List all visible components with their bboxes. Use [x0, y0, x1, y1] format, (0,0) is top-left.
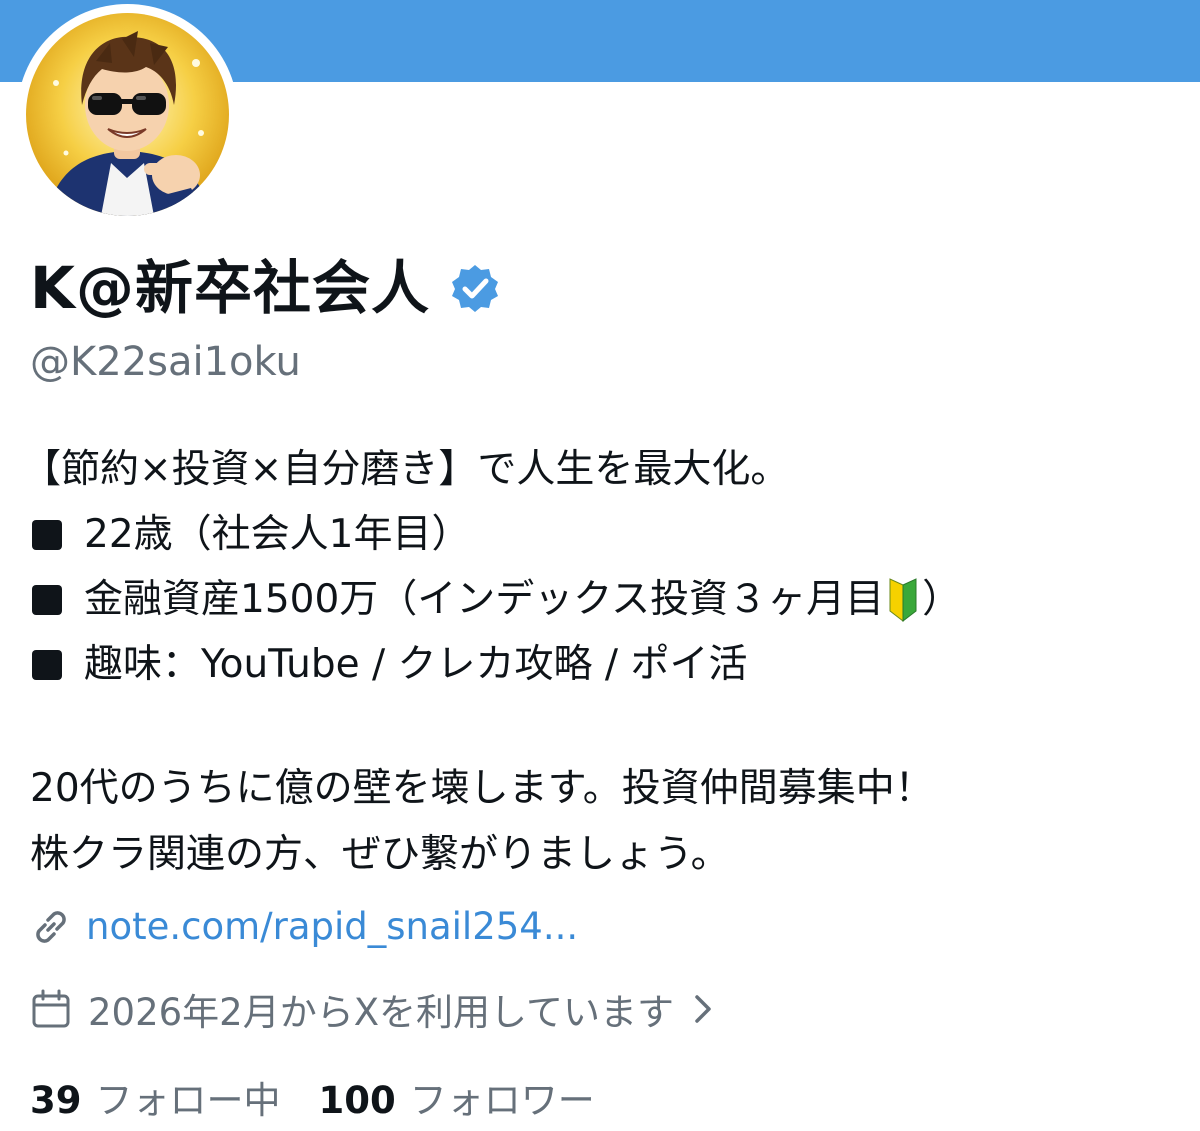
beginner-mark-icon [889, 577, 917, 622]
chevron-right-icon [695, 995, 711, 1023]
verified-badge-icon[interactable] [450, 263, 500, 313]
following-link[interactable]: 39 フォロー中 [30, 1070, 281, 1124]
bio-line: 20代のうちに億の壁を壊します。投資仲間募集中！ [30, 766, 934, 811]
link-icon [36, 910, 66, 943]
profile-bio-secondary: 20代のうちに億の壁を壊します。投資仲間募集中！ 株クラ関連の方、ぜひ繋がりまし… [30, 756, 934, 888]
profile-avatar[interactable] [17, 4, 238, 225]
calendar-icon [32, 989, 70, 1028]
following-count: 39 [30, 1079, 82, 1122]
followers-count: 100 [318, 1079, 396, 1122]
black-square-icon [32, 519, 62, 550]
bio-line: 【節約×投資×自分磨き】で人生を最大化。 [22, 447, 790, 492]
user-handle: @K22sai1oku [30, 339, 301, 385]
avatar-sunglasses-man-icon [26, 13, 229, 216]
display-name: K@新卒社会人 [30, 254, 430, 322]
profile-name-row: K@新卒社会人 [30, 255, 500, 321]
bio-line: 22歳（社会人1年目） [22, 502, 961, 567]
joined-date-row[interactable]: 2026年2月からXを利用しています [30, 982, 716, 1036]
profile-bio: 【節約×投資×自分磨き】で人生を最大化。 22歳（社会人1年目） 金融資産150… [22, 437, 961, 697]
joined-date: 2026年2月からXを利用しています [88, 991, 674, 1034]
followers-label: フォロワー [409, 1079, 595, 1122]
profile-link-row: note.com/rapid_snail254... [30, 905, 578, 948]
bio-line-text: 金融資産1500万（インデックス投資３ヶ月目 [84, 577, 885, 622]
bio-line-text: 22歳（社会人1年目） [84, 512, 471, 557]
bio-line: 株クラ関連の方、ぜひ繋がりましょう。 [30, 832, 730, 877]
bio-line-text: ） [922, 577, 962, 622]
following-label: フォロー中 [95, 1079, 281, 1122]
bio-line: 金融資産1500万（インデックス投資３ヶ月目 ） [22, 567, 961, 632]
bio-line: 趣味：YouTube / クレカ攻略 / ポイ活 [22, 632, 961, 697]
black-square-icon [32, 584, 62, 615]
black-square-icon [32, 649, 62, 680]
profile-website-link[interactable]: note.com/rapid_snail254... [86, 905, 578, 948]
followers-link[interactable]: 100 フォロワー [319, 1070, 595, 1124]
follow-stats: 39 フォロー中 100 フォロワー [30, 1070, 595, 1124]
bio-line-text: 趣味：YouTube / クレカ攻略 / ポイ活 [84, 642, 748, 687]
